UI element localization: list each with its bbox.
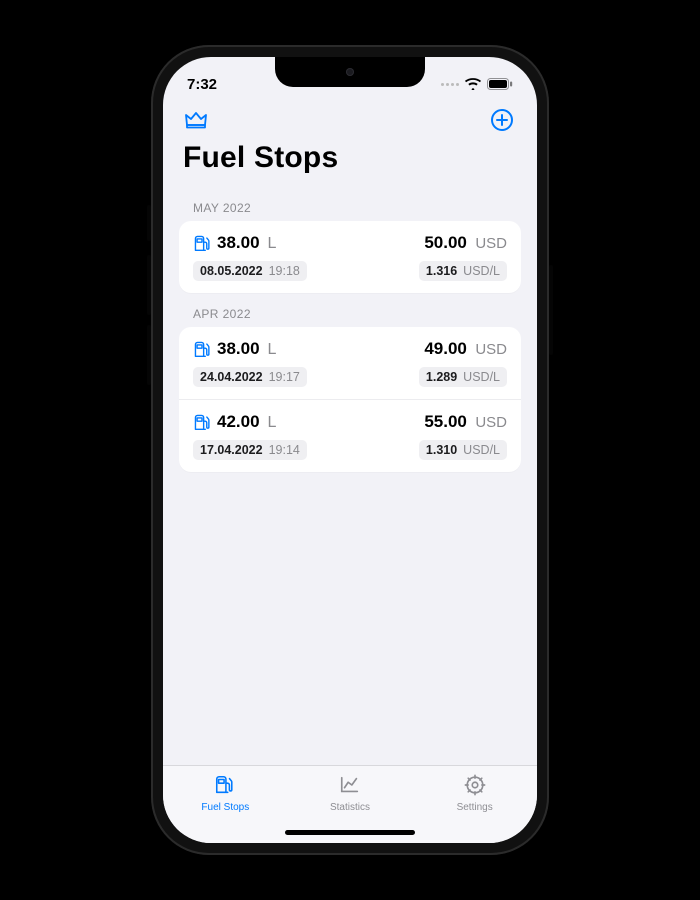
fuel-pump-icon — [213, 774, 237, 799]
rate-chip: 1.289 USD/L — [419, 367, 507, 387]
section-header: MAY 2022 — [179, 187, 521, 221]
tab-label: Settings — [457, 802, 493, 813]
wifi-icon — [465, 78, 481, 90]
section-card: 38.00 L 50.00 USD 08.05.2022 19:18 1.316… — [179, 221, 521, 293]
rate-chip: 1.310 USD/L — [419, 440, 507, 460]
rate-chip: 1.316 USD/L — [419, 261, 507, 281]
tab-statistics[interactable]: Statistics — [305, 774, 395, 813]
tab-fuel-stops[interactable]: Fuel Stops — [180, 774, 270, 813]
time-value: 19:17 — [269, 370, 300, 384]
plus-circle-icon — [490, 108, 514, 137]
rate-unit: USD/L — [463, 370, 500, 384]
price-currency: USD — [475, 341, 507, 358]
fuel-stop-row[interactable]: 38.00 L 50.00 USD 08.05.2022 19:18 1.316… — [179, 221, 521, 293]
device-notch — [275, 57, 425, 87]
datetime-chip: 17.04.2022 19:14 — [193, 440, 307, 460]
crown-icon — [184, 110, 208, 135]
section-card: 38.00 L 49.00 USD 24.04.2022 19:17 1.289… — [179, 327, 521, 472]
rate-value: 1.310 — [426, 443, 457, 457]
rate-value: 1.316 — [426, 264, 457, 278]
date-value: 08.05.2022 — [200, 264, 263, 278]
price-currency: USD — [475, 414, 507, 431]
quantity-unit: L — [268, 235, 277, 253]
rate-unit: USD/L — [463, 443, 500, 457]
date-value: 24.04.2022 — [200, 370, 263, 384]
fuel-stops-list[interactable]: MAY 2022 38.00 L 50.00 USD 08.05.2022 1 — [163, 187, 537, 765]
quantity-unit: L — [268, 341, 277, 359]
phone-frame: 7:32 — [151, 45, 549, 855]
battery-icon — [487, 78, 513, 90]
fuel-stop-row[interactable]: 42.00 L 55.00 USD 17.04.2022 19:14 1.310… — [179, 399, 521, 472]
cellular-dots-icon — [441, 83, 459, 86]
price-value: 49.00 — [424, 339, 467, 358]
fuel-pump-icon — [193, 340, 211, 358]
page-title: Fuel Stops — [183, 141, 517, 175]
screen: 7:32 — [163, 57, 537, 843]
premium-button[interactable] — [181, 107, 211, 137]
price-currency: USD — [475, 235, 507, 252]
tab-settings[interactable]: Settings — [430, 774, 520, 813]
rate-value: 1.289 — [426, 370, 457, 384]
tab-label: Statistics — [330, 802, 370, 813]
rate-unit: USD/L — [463, 264, 500, 278]
chart-line-icon — [338, 774, 362, 799]
gear-icon — [463, 774, 487, 799]
tab-label: Fuel Stops — [201, 802, 249, 813]
datetime-chip: 08.05.2022 19:18 — [193, 261, 307, 281]
quantity-value: 38.00 — [217, 339, 260, 359]
title-area: Fuel Stops — [163, 137, 537, 187]
time-value: 19:14 — [269, 443, 300, 457]
nav-toolbar — [163, 101, 537, 137]
home-indicator[interactable] — [285, 830, 415, 835]
status-time: 7:32 — [187, 76, 217, 93]
quantity-value: 38.00 — [217, 233, 260, 253]
section-header: APR 2022 — [179, 293, 521, 327]
date-value: 17.04.2022 — [200, 443, 263, 457]
quantity-unit: L — [268, 414, 277, 432]
fuel-pump-icon — [193, 234, 211, 252]
price-value: 50.00 — [424, 233, 467, 252]
quantity-value: 42.00 — [217, 412, 260, 432]
price-value: 55.00 — [424, 412, 467, 431]
fuel-pump-icon — [193, 413, 211, 431]
status-indicators — [441, 78, 513, 90]
fuel-stop-row[interactable]: 38.00 L 49.00 USD 24.04.2022 19:17 1.289… — [179, 327, 521, 399]
time-value: 19:18 — [269, 264, 300, 278]
add-button[interactable] — [487, 107, 517, 137]
datetime-chip: 24.04.2022 19:17 — [193, 367, 307, 387]
